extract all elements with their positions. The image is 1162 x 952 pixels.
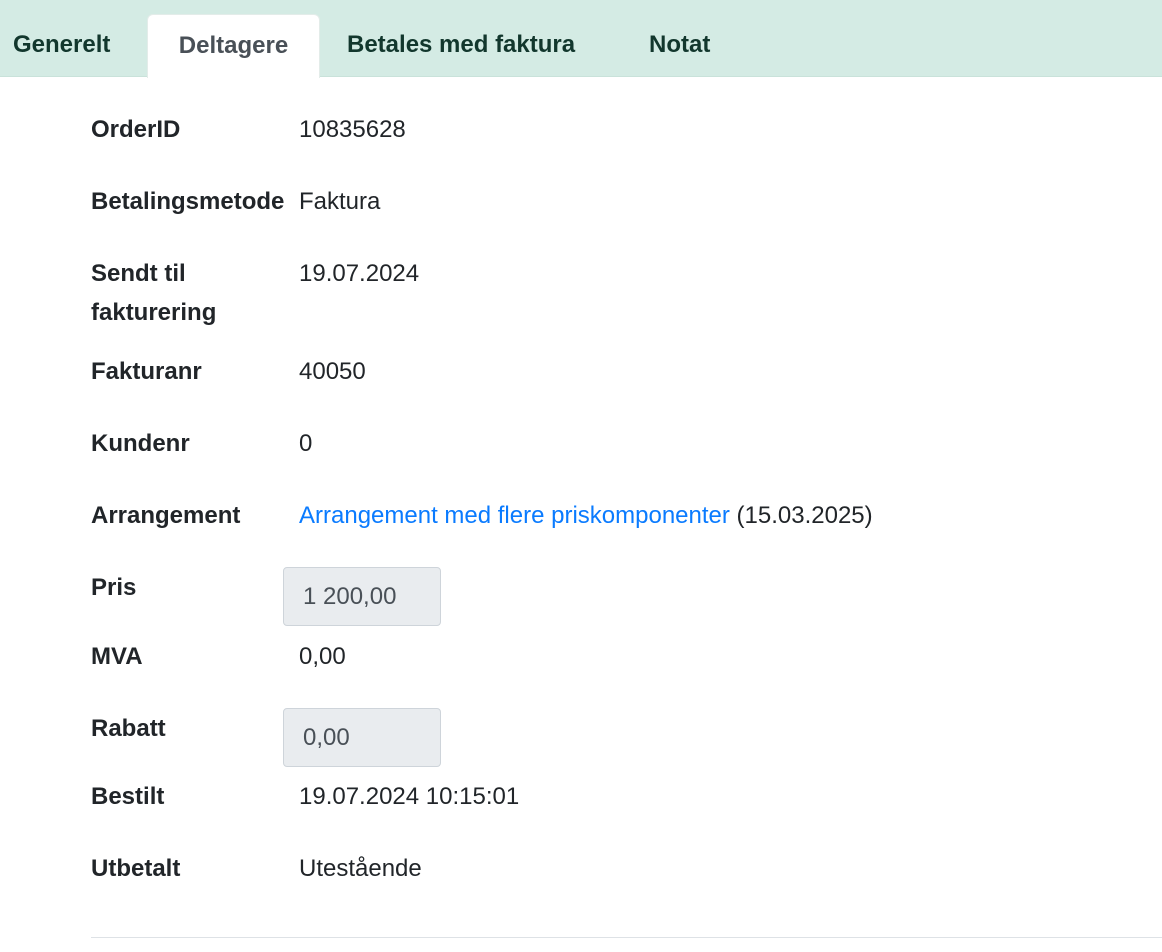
- paid-out-label: Utbetalt: [91, 855, 181, 882]
- invoice-no-label: Fakturanr: [91, 358, 202, 385]
- price-field[interactable]: 1 200,00: [283, 567, 441, 626]
- vat-value: 0,00: [299, 643, 346, 670]
- discount-field[interactable]: 0,00: [283, 708, 441, 767]
- divider: [91, 937, 1162, 938]
- event-value: Arrangement med flere priskomponenter (1…: [299, 496, 873, 535]
- paid-out-value: Utestående: [299, 855, 422, 882]
- payment-method-label: Betalingsmetode: [91, 188, 285, 215]
- customer-no-label: Kundenr: [91, 430, 190, 457]
- sent-to-invoicing-value: 19.07.2024: [299, 260, 420, 287]
- price-label: Pris: [91, 574, 137, 601]
- ordered-value: 19.07.2024 10:15:01: [299, 783, 520, 810]
- tab-betales-med-faktura[interactable]: Betales med faktura: [347, 14, 575, 76]
- discount-label: Rabatt: [91, 715, 166, 742]
- tab-deltagere[interactable]: Deltagere: [147, 14, 320, 78]
- invoice-no-value: 40050: [299, 358, 366, 385]
- order-id-value: 10835628: [299, 116, 406, 143]
- event-label: Arrangement: [91, 502, 241, 529]
- vat-label: MVA: [91, 643, 143, 670]
- tab-generelt[interactable]: Generelt: [13, 14, 110, 76]
- ordered-label: Bestilt: [91, 783, 165, 810]
- customer-no-value: 0: [299, 430, 313, 457]
- event-date: (15.03.2025): [736, 502, 873, 529]
- tab-notat[interactable]: Notat: [649, 14, 710, 76]
- payment-method-value: Faktura: [299, 188, 381, 215]
- sent-to-invoicing-label: Sendt til fakturering: [91, 260, 217, 326]
- order-id-label: OrderID: [91, 116, 181, 143]
- event-link[interactable]: Arrangement med flere priskomponenter: [299, 502, 730, 529]
- tab-bar: Generelt Deltagere Betales med faktura N…: [0, 0, 1162, 78]
